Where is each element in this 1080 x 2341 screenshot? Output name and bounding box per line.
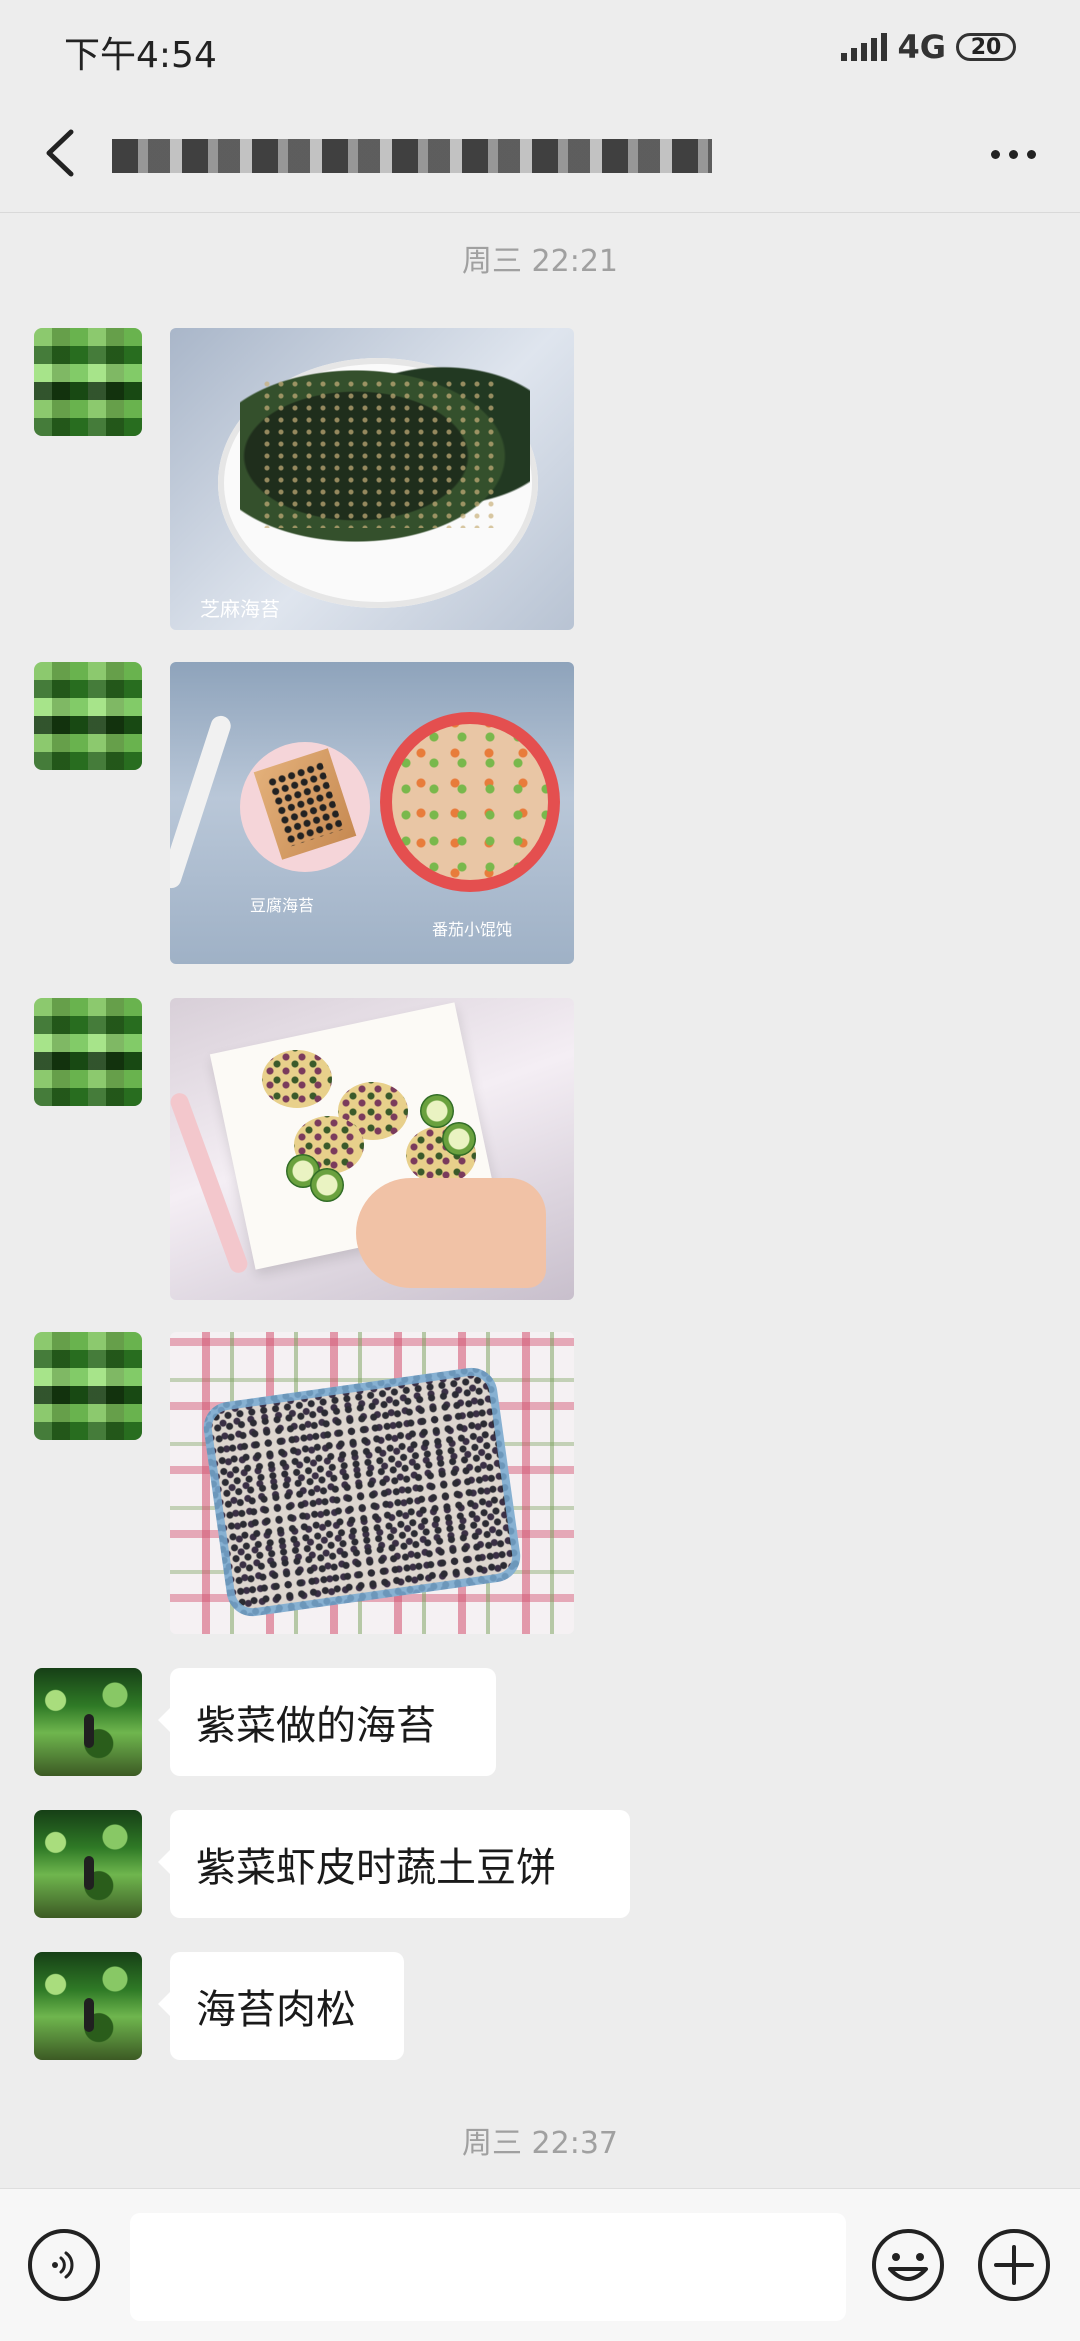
back-arrow-icon — [46, 129, 74, 177]
chat-header — [0, 96, 1080, 213]
battery-level: 20 — [970, 34, 1002, 60]
avatar[interactable] — [34, 1810, 142, 1918]
text-bubble[interactable]: 海苔肉松 — [158, 1952, 404, 2060]
photo-message[interactable]: 豆腐海苔 番茄小馄饨 — [170, 662, 574, 964]
plus-button[interactable] — [976, 2227, 1052, 2303]
battery-icon: 20 — [956, 33, 1016, 61]
emoji-button[interactable] — [870, 2227, 946, 2303]
timestamp-bottom: 周三 22:37 — [462, 2126, 618, 2161]
more-button[interactable] — [978, 126, 1048, 182]
network-type: 4G — [897, 28, 946, 66]
photo-message[interactable] — [170, 998, 574, 1300]
chat-title — [112, 130, 832, 182]
back-button[interactable] — [30, 118, 90, 188]
avatar[interactable] — [34, 1668, 142, 1776]
avatar[interactable] — [34, 1952, 142, 2060]
emoji-icon — [872, 2229, 944, 2301]
text-bubble[interactable]: 紫菜虾皮时蔬土豆饼 — [158, 1810, 630, 1918]
text-bubble[interactable]: 紫菜做的海苔 — [158, 1668, 496, 1776]
photo-message[interactable] — [170, 1332, 574, 1634]
voice-icon — [52, 2251, 74, 2279]
avatar[interactable] — [34, 662, 142, 770]
photo-message[interactable]: 芝麻海苔 — [170, 328, 574, 630]
photo-caption: 芝麻海苔 — [200, 597, 280, 621]
photo-caption: 番茄小馄饨 — [432, 920, 513, 939]
avatar[interactable] — [34, 1332, 142, 1440]
redacted-name — [112, 139, 712, 173]
photo-caption: 豆腐海苔 — [250, 896, 315, 915]
message-input[interactable] — [130, 2213, 846, 2321]
signal-icon — [841, 33, 888, 61]
more-dots-icon — [990, 149, 1000, 159]
timestamp-top: 周三 22:21 — [462, 244, 618, 279]
avatar[interactable] — [34, 328, 142, 436]
input-bar — [0, 2188, 1080, 2341]
voice-button[interactable] — [28, 2229, 100, 2301]
avatar[interactable] — [34, 998, 142, 1106]
status-time: 下午4:54 — [64, 35, 217, 76]
status-bar: 下午4:54 4G 20 — [0, 0, 1080, 96]
plus-icon — [978, 2229, 1050, 2301]
status-icons: 4G 20 — [841, 28, 1016, 66]
